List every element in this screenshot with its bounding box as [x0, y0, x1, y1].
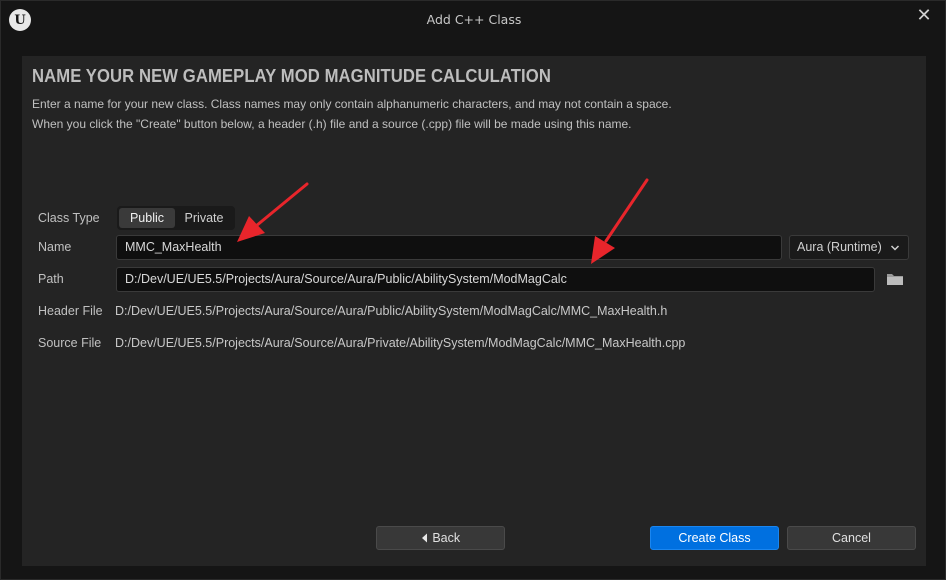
folder-icon[interactable] [886, 271, 904, 287]
chevron-down-icon [890, 236, 900, 261]
close-icon[interactable]: ✕ [915, 7, 933, 25]
class-type-toggle: Public Private [117, 206, 235, 230]
title-bar: U Add C++ Class ✕ [1, 1, 946, 39]
header-file-label: Header File [38, 304, 103, 318]
header-file-value: D:/Dev/UE/UE5.5/Projects/Aura/Source/Aur… [115, 304, 668, 318]
back-button-label: Back [432, 531, 461, 545]
class-type-public-option[interactable]: Public [119, 208, 175, 228]
page-title: NAME YOUR NEW GAMEPLAY MOD MAGNITUDE CAL… [32, 65, 551, 86]
path-label: Path [38, 272, 64, 286]
add-class-dialog: U Add C++ Class ✕ NAME YOUR NEW GAMEPLAY… [0, 0, 946, 580]
description-line-2: When you click the "Create" button below… [32, 117, 632, 131]
cancel-button[interactable]: Cancel [787, 526, 916, 550]
class-name-input[interactable]: MMC_MaxHealth [116, 235, 782, 260]
class-type-label: Class Type [38, 211, 100, 225]
main-panel: NAME YOUR NEW GAMEPLAY MOD MAGNITUDE CAL… [22, 56, 926, 566]
source-file-value: D:/Dev/UE/UE5.5/Projects/Aura/Source/Aur… [115, 336, 686, 350]
source-file-label: Source File [38, 336, 102, 350]
chevron-left-icon [421, 531, 432, 545]
module-dropdown-value: Aura (Runtime) [797, 240, 882, 254]
window-title: Add C++ Class [426, 12, 522, 27]
name-label: Name [38, 240, 72, 254]
path-input[interactable]: D:/Dev/UE/UE5.5/Projects/Aura/Source/Aur… [116, 267, 875, 292]
description-line-1: Enter a name for your new class. Class n… [32, 97, 672, 111]
module-dropdown[interactable]: Aura (Runtime) [789, 235, 909, 260]
back-button[interactable]: Back [376, 526, 505, 550]
class-type-private-option[interactable]: Private [175, 208, 233, 228]
create-class-button[interactable]: Create Class [650, 526, 779, 550]
